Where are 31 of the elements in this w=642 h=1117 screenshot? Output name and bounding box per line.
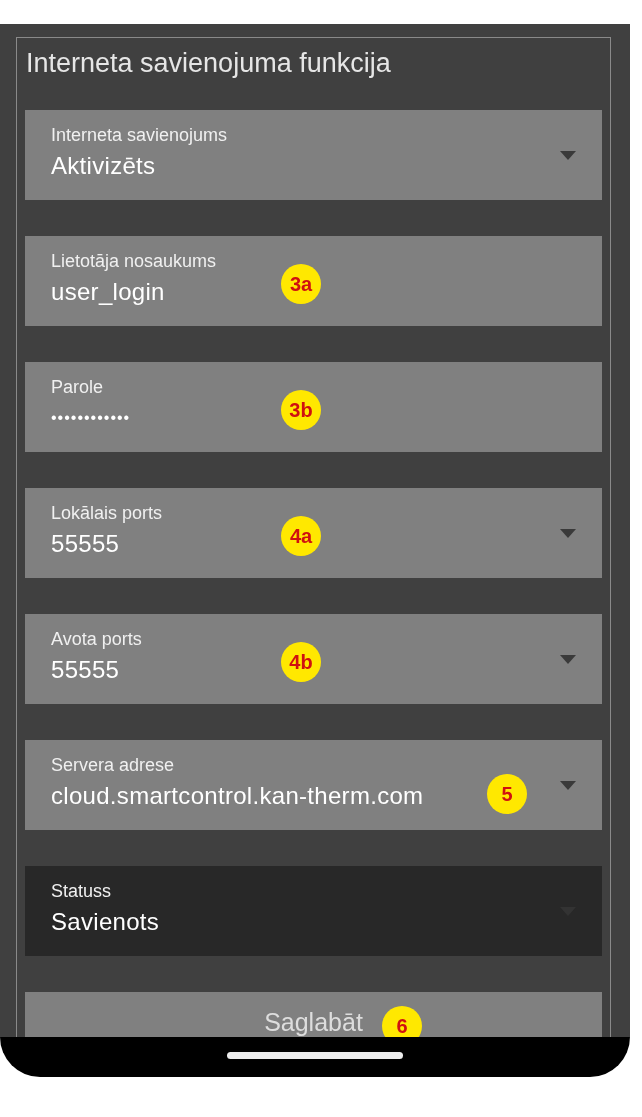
- home-handle[interactable]: [227, 1052, 403, 1059]
- field-label: Statuss: [51, 880, 113, 902]
- callout-badge: 3b: [281, 390, 321, 430]
- caret-icon: [560, 151, 576, 160]
- caret-icon: [560, 781, 576, 790]
- input-field[interactable]: Parole •••••••••••• 3b: [25, 362, 602, 452]
- callout-badge: 5: [487, 774, 527, 814]
- field-label: Avota ports: [51, 628, 143, 650]
- field-label: Interneta savienojums: [51, 124, 229, 146]
- dropdown-field[interactable]: Servera adrese cloud.smartcontrol.kan-therm.com 5: [25, 740, 602, 830]
- field-value: cloud.smartcontrol.kan-therm.com: [51, 781, 424, 811]
- field-value: Aktivizēts: [51, 151, 156, 181]
- field-value: 55555: [51, 655, 120, 685]
- dropdown-field[interactable]: Interneta savienojums Aktivizēts: [25, 110, 602, 200]
- dropdown-field[interactable]: Lokālais ports 55555 4a: [25, 488, 602, 578]
- input-field[interactable]: Lietotāja nosaukums user_login 3a: [25, 236, 602, 326]
- caret-icon: [560, 529, 576, 538]
- field-label: Lietotāja nosaukums: [51, 250, 218, 272]
- section-title: Interneta savienojuma funkcija: [25, 47, 392, 80]
- field-value: ••••••••••••: [51, 408, 131, 428]
- field-value: user_login: [51, 277, 165, 307]
- field-label: Lokālais ports: [51, 502, 164, 524]
- caret-icon: [560, 655, 576, 664]
- dropdown-field[interactable]: Avota ports 55555 4b: [25, 614, 602, 704]
- callout-badge: 4b: [281, 642, 321, 682]
- field-value: 55555: [51, 529, 120, 559]
- field-value: Savienots: [51, 907, 160, 937]
- field-label: Servera adrese: [51, 754, 176, 776]
- field-label: Parole: [51, 376, 105, 398]
- callout-badge: 3a: [281, 264, 321, 304]
- callout-badge: 4a: [281, 516, 321, 556]
